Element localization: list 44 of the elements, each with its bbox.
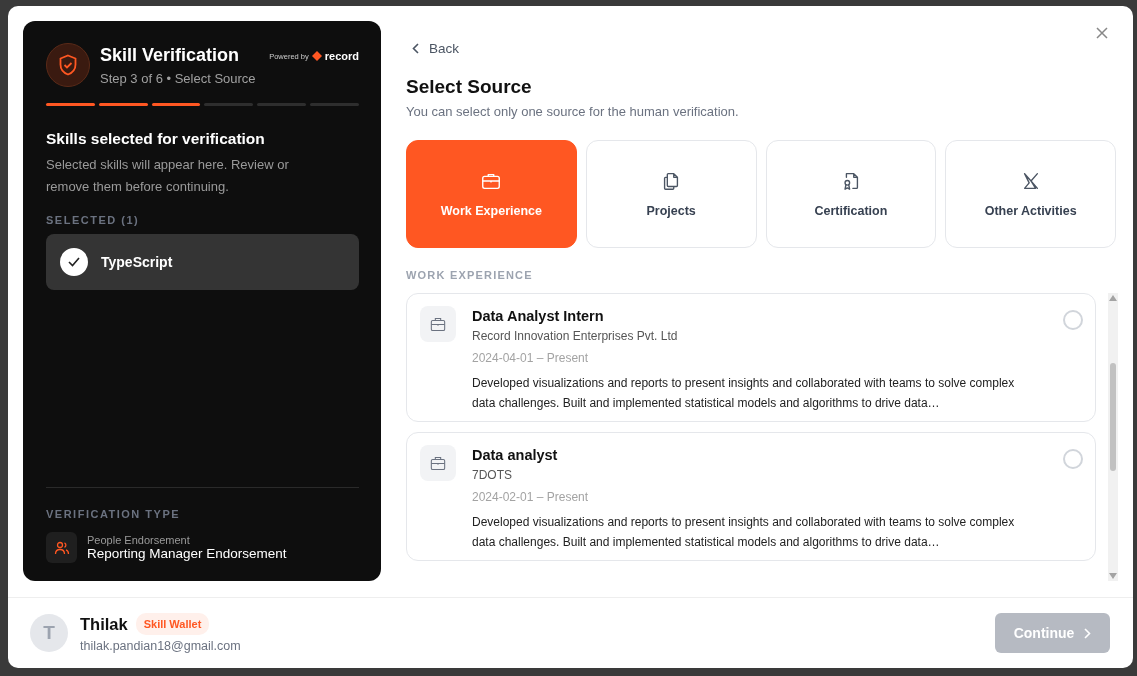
- section-title: Skills selected for verification: [46, 130, 266, 148]
- selected-count: SELECTED (1): [46, 214, 141, 226]
- job-description: Developed visualizations and reports to present insights and collaborated with teams to solve complex data challenges. Built and implemented statistical models and algorithms to drive data…: [472, 375, 1016, 412]
- list-heading: WORK EXPERIENCE: [406, 269, 534, 281]
- briefcase-icon: [420, 306, 456, 342]
- experience-card[interactable]: [406, 432, 1096, 561]
- experience-card[interactable]: [406, 293, 1096, 422]
- verification-type: Reporting Manager Endorsement: [87, 546, 287, 561]
- chevron-right-icon: [1084, 627, 1092, 639]
- section-description: Selected skills will appear here. Review or remove them before continuing.: [46, 156, 290, 196]
- avatar: T: [30, 614, 68, 652]
- user-email: thilak.pandian18@gmail.com: [80, 639, 242, 653]
- check-icon[interactable]: [60, 248, 88, 276]
- step-indicator: Step 3 of 6 • Select Source: [100, 71, 257, 86]
- dialog-title: Skill Verification: [100, 45, 241, 66]
- page-subtitle: You can select only one source for the human verification.: [406, 104, 740, 119]
- back-button[interactable]: Back: [406, 41, 459, 56]
- shield-icon: [46, 43, 90, 87]
- job-title: Data analyst: [472, 447, 559, 463]
- brand-name: record: [324, 50, 359, 62]
- skill-item[interactable]: TypeScript: [46, 234, 359, 290]
- page-title: Select Source: [406, 76, 533, 98]
- date-range: 2024-04-01 – Present: [472, 351, 590, 365]
- radio-button[interactable]: [1063, 449, 1083, 469]
- chevron-left-icon: [412, 43, 419, 54]
- scroll-down-icon[interactable]: [1109, 573, 1117, 579]
- verification-category: People Endorsement: [87, 534, 191, 546]
- job-description: Developed visualizations and reports to present insights and collaborated with teams to solve complex data challenges. Built and implemented statistical models and algorithms to drive data…: [472, 514, 1016, 551]
- verification-type-label: VERIFICATION TYPE: [46, 508, 182, 520]
- date-range: 2024-02-01 – Present: [472, 490, 590, 504]
- company-name: 7DOTS: [472, 468, 513, 482]
- user-name: Thilak: [80, 614, 128, 634]
- job-title: Data Analyst Intern: [472, 308, 605, 324]
- radio-button[interactable]: [1063, 310, 1083, 330]
- source-option[interactable]: Certification: [765, 140, 937, 248]
- source-option[interactable]: Other Activities: [945, 140, 1116, 248]
- wallet-badge: Skill Wallet: [135, 613, 210, 635]
- logo-icon: [311, 51, 322, 61]
- people-icon: [46, 532, 77, 563]
- briefcase-icon: [420, 445, 456, 481]
- company-name: Record Innovation Enterprises Pvt. Ltd: [472, 329, 679, 343]
- source-option[interactable]: Projects: [585, 140, 757, 248]
- scrollbar[interactable]: [1108, 293, 1118, 581]
- scroll-up-icon[interactable]: [1109, 295, 1117, 301]
